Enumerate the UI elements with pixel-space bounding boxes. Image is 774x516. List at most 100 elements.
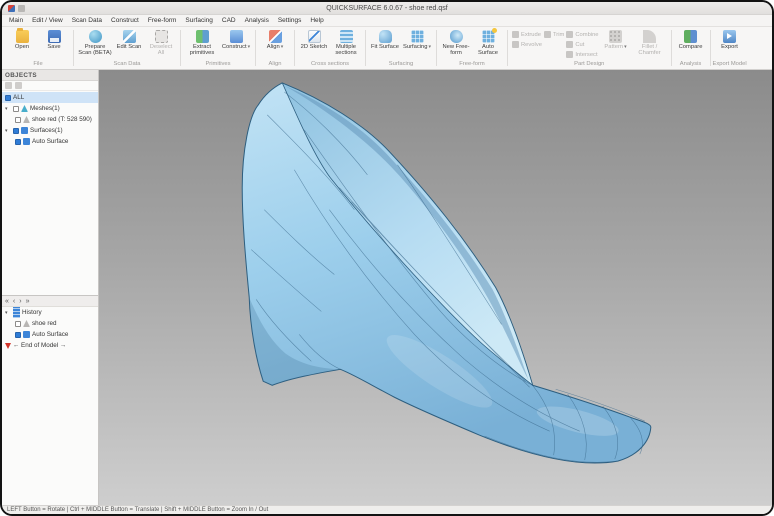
export-button[interactable]: Export (715, 29, 745, 50)
multiple-sections-button[interactable]: Multiple sections (331, 29, 361, 57)
ribbon-group-analysis: Compare Analysis (673, 28, 709, 68)
menu-free-form[interactable]: Free-form (148, 17, 177, 24)
combine-button[interactable]: Combine (566, 30, 598, 39)
construct-button[interactable]: Construct (221, 29, 251, 51)
tree-item-all[interactable]: ALL (2, 92, 98, 103)
window-menu-icon[interactable] (18, 5, 25, 12)
sketch-2d-button[interactable]: 2D Sketch (299, 29, 329, 50)
group-separator (180, 30, 181, 66)
edit-scan-icon (123, 30, 136, 43)
align-label: Align (267, 44, 283, 51)
history-icon (13, 307, 20, 318)
cut-button[interactable]: Cut (566, 40, 598, 49)
history-step-back-button[interactable]: ‹ (13, 298, 15, 305)
objects-toolbar-button-2[interactable] (15, 82, 22, 89)
prepare-scan-label: Prepare Scan (BETA) (78, 44, 112, 57)
title-bar[interactable]: QUICKSURFACE 6.0.67 - shoe red.qsf (2, 2, 772, 15)
fillet-chamfer-button[interactable]: Fillet / Chamfer (633, 29, 667, 57)
auto-surface-label: Auto Surface (473, 44, 503, 57)
pattern-button[interactable]: Pattern (601, 29, 631, 51)
app-icon (8, 5, 15, 12)
menu-bar: Main Edit / View Scan Data Construct Fre… (2, 15, 772, 27)
revolve-icon (512, 41, 519, 48)
ribbon-group-part-design: Extrude Revolve Trim Co (509, 28, 670, 68)
extract-primitives-button[interactable]: Extract primitives (185, 29, 219, 57)
history-step-last-button[interactable]: » (26, 298, 30, 305)
intersect-icon (566, 51, 573, 58)
app-window: QUICKSURFACE 6.0.67 - shoe red.qsf Main … (0, 0, 774, 516)
tree-item-shoe-red[interactable]: shoe red (T: 528 590) (2, 114, 98, 125)
new-free-form-button[interactable]: New Free-form (441, 29, 471, 57)
menu-cad[interactable]: CAD (222, 17, 236, 24)
history-end-marker[interactable]: ← End of Model → (2, 340, 98, 351)
intersect-button[interactable]: Intersect (566, 50, 598, 59)
revolve-label: Revolve (521, 42, 542, 48)
history-surface-icon (23, 331, 30, 338)
extract-primitives-icon (196, 30, 209, 43)
edit-scan-label: Edit Scan (117, 44, 142, 50)
edit-scan-button[interactable]: Edit Scan (114, 29, 144, 50)
revolve-button[interactable]: Revolve (512, 40, 542, 49)
menu-surfacing[interactable]: Surfacing (185, 17, 212, 24)
group-label-part-design: Part Design (509, 61, 670, 67)
objects-toolbar-button-1[interactable] (5, 82, 12, 89)
compare-button[interactable]: Compare (676, 29, 706, 50)
save-button[interactable]: Save (39, 29, 69, 50)
tree-item-surfaces[interactable]: Surfaces(1) (2, 125, 98, 136)
menu-edit-view[interactable]: Edit / View (32, 17, 63, 24)
tree-item-auto-surface[interactable]: Auto Surface (2, 136, 98, 147)
expand-arrow-icon[interactable] (5, 310, 11, 316)
open-label: Open (15, 44, 29, 50)
align-button[interactable]: Align (260, 29, 290, 51)
tree-item-meshes[interactable]: Meshes(1) (2, 103, 98, 114)
extract-primitives-label: Extract primitives (185, 44, 219, 57)
menu-analysis[interactable]: Analysis (245, 17, 269, 24)
meshes-visibility-checkbox[interactable] (13, 106, 19, 112)
trim-button[interactable]: Trim (544, 30, 564, 39)
construct-icon (230, 30, 243, 43)
history-item-shoe-red[interactable]: shoe red (2, 318, 98, 329)
shoe-red-visibility-checkbox[interactable] (15, 117, 21, 123)
prepare-scan-button[interactable]: Prepare Scan (BETA) (78, 29, 112, 57)
group-separator (255, 30, 256, 66)
auto-surface-button[interactable]: Auto Surface (473, 29, 503, 57)
history-item-auto-surface[interactable]: Auto Surface (2, 329, 98, 340)
menu-scan-data[interactable]: Scan Data (72, 17, 102, 24)
titlebar-icons (2, 5, 25, 12)
objects-toolbar (2, 81, 98, 91)
history-item-shoe-red-label: shoe red (32, 320, 57, 327)
menu-construct[interactable]: Construct (111, 17, 139, 24)
history-shoe-red-checkbox[interactable] (15, 321, 21, 327)
fit-surface-button[interactable]: Fit Surface (370, 29, 400, 50)
objects-panel-header: OBJECTS (2, 70, 98, 81)
auto-surface-visibility-checkbox[interactable] (15, 139, 21, 145)
surfacing-button[interactable]: Surfacing (402, 29, 432, 51)
deselect-all-button[interactable]: Deselect All (146, 29, 176, 57)
group-label-analysis: Analysis (673, 61, 709, 67)
sketch-2d-icon (308, 30, 321, 43)
menu-main[interactable]: Main (9, 17, 23, 24)
intersect-label: Intersect (575, 52, 597, 58)
expand-arrow-icon[interactable] (5, 106, 11, 112)
surfaces-visibility-checkbox[interactable] (13, 128, 19, 134)
expand-arrow-icon[interactable] (5, 128, 11, 134)
history-end-marker-label: ← End of Model → (13, 342, 66, 349)
sketch-2d-label: 2D Sketch (301, 44, 328, 50)
extrude-label: Extrude (521, 32, 541, 38)
history-step-first-button[interactable]: « (5, 298, 9, 305)
save-label: Save (47, 44, 60, 50)
history-step-forward-button[interactable]: › (19, 298, 21, 305)
extrude-button[interactable]: Extrude (512, 30, 542, 39)
viewport-3d[interactable] (99, 70, 772, 505)
group-label-cross-sections: Cross sections (296, 61, 364, 67)
history-root-item[interactable]: History (2, 307, 98, 318)
menu-settings[interactable]: Settings (278, 17, 302, 24)
ribbon-group-free-form: New Free-form Auto Surface Free-form (438, 28, 506, 68)
menu-help[interactable]: Help (310, 17, 323, 24)
all-visibility-checkbox[interactable] (5, 95, 11, 101)
ribbon-group-export-model: Export Export Model (712, 28, 748, 68)
open-button[interactable]: Open (7, 29, 37, 50)
tree-item-meshes-label: Meshes(1) (30, 105, 60, 112)
history-auto-surface-checkbox[interactable] (15, 332, 21, 338)
group-separator (507, 30, 508, 66)
